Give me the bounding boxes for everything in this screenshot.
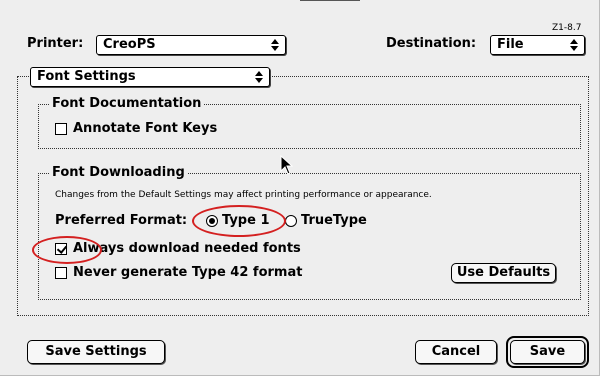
radio-type1-label[interactable]: Type 1 xyxy=(222,213,270,228)
printer-label: Printer: xyxy=(27,36,84,51)
save-button[interactable]: Save xyxy=(510,340,585,364)
radio-truetype[interactable] xyxy=(285,215,297,227)
version-label: Z1-8.7 xyxy=(552,23,582,33)
annotate-checkbox[interactable] xyxy=(55,123,67,135)
destination-popup[interactable]: File xyxy=(490,35,585,55)
destination-value: File xyxy=(497,37,524,52)
never-generate-checkbox[interactable] xyxy=(55,267,67,279)
preferred-format-label: Preferred Format: xyxy=(55,213,188,228)
popup-arrows-icon xyxy=(271,38,279,52)
panel-select-value: Font Settings xyxy=(37,69,136,84)
printer-popup[interactable]: CreoPS xyxy=(96,35,286,55)
always-download-checkbox[interactable] xyxy=(55,243,68,255)
font-downloading-title: Font Downloading xyxy=(49,165,188,180)
mouse-pointer-icon xyxy=(280,155,294,175)
destination-label: Destination: xyxy=(386,36,477,51)
panel-select-popup[interactable]: Font Settings xyxy=(30,67,270,87)
annotate-label[interactable]: Annotate Font Keys xyxy=(73,121,217,136)
radio-truetype-label[interactable]: TrueType xyxy=(301,213,367,228)
popup-arrows-icon xyxy=(570,38,578,52)
radio-type1[interactable] xyxy=(206,215,218,227)
save-settings-button[interactable]: Save Settings xyxy=(27,340,165,364)
use-defaults-button[interactable]: Use Defaults xyxy=(451,263,556,283)
window-edge-line xyxy=(300,0,360,1)
checkmark-icon xyxy=(56,243,68,254)
printer-value: CreoPS xyxy=(103,37,156,52)
font-documentation-title: Font Documentation xyxy=(49,96,205,111)
radio-selected-dot xyxy=(209,218,215,224)
always-download-label[interactable]: Always download needed fonts xyxy=(73,241,301,256)
print-dialog: Z1-8.7 Printer: CreoPS Destination: File… xyxy=(0,0,600,376)
popup-arrows-icon xyxy=(255,70,263,84)
font-downloading-note: Changes from the Default Settings may af… xyxy=(55,190,432,200)
cancel-button[interactable]: Cancel xyxy=(415,340,497,364)
never-generate-label[interactable]: Never generate Type 42 format xyxy=(73,265,302,280)
